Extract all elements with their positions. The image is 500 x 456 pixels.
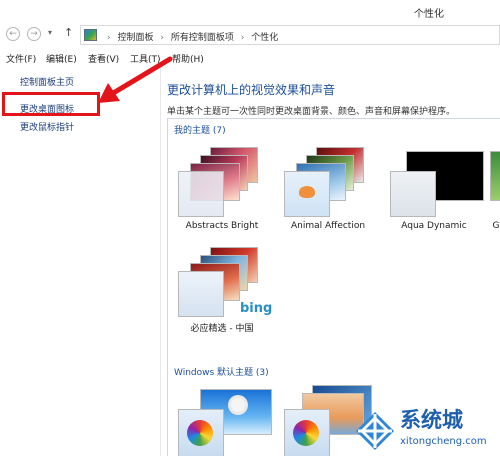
theme-abstracts-bright[interactable]: Abstracts Bright	[172, 147, 272, 239]
page-description: 单击某个主题可一次性同时更改桌面背景、颜色、声音和屏幕保护程序。	[167, 107, 456, 117]
watermark-brand: 系统城	[400, 408, 463, 432]
theme-preview-card	[390, 171, 436, 217]
fish-icon	[299, 186, 315, 198]
theme-label: Animal Affection	[290, 221, 366, 231]
up-arrow-icon[interactable]: ↑	[64, 26, 73, 39]
control-panel-icon	[84, 29, 97, 41]
watermark-site: xitongcheng.com	[400, 436, 487, 447]
breadcrumb-all-items[interactable]: 所有控制面板项	[171, 33, 234, 43]
menu-help[interactable]: 帮助(H)	[172, 52, 204, 65]
window-title: 个性化	[414, 9, 444, 20]
sidebar-item-control-panel-home[interactable]: 控制面板主页	[20, 75, 74, 88]
my-themes-heading: 我的主题 (7)	[174, 126, 226, 136]
color-palette-icon	[187, 420, 213, 446]
recent-locations-chevron-icon[interactable]: ▾	[48, 28, 52, 37]
back-arrow-icon[interactable]: ←	[6, 27, 20, 41]
title-bar: 个性化	[0, 0, 500, 22]
theme-preview-card	[178, 409, 224, 456]
theme-preview-card	[284, 171, 330, 217]
breadcrumb-separator-icon: ›	[160, 33, 164, 43]
theme-thumbnail	[490, 151, 500, 201]
theme-partial[interactable]: G	[490, 149, 500, 239]
windows-themes-heading: Windows 默认主题 (3)	[174, 368, 269, 378]
page-title: 更改计算机上的视觉效果和声音	[167, 83, 336, 97]
main-content: 更改计算机上的视觉效果和声音 单击某个主题可一次性同时更改桌面背景、颜色、声音和…	[162, 68, 500, 456]
windows-logo-icon	[356, 412, 394, 450]
flower-icon	[231, 398, 245, 412]
pane-divider	[160, 68, 161, 456]
theme-label: Abstracts Bright	[185, 221, 259, 231]
breadcrumb-control-panel[interactable]: 控制面板	[117, 33, 153, 43]
theme-label: 必应精选 - 中国	[190, 324, 254, 334]
breadcrumb-separator-icon: ›	[107, 33, 111, 43]
theme-preview-card	[178, 271, 224, 317]
theme-preview-card	[178, 171, 224, 217]
theme-windows-default-1[interactable]	[172, 389, 272, 456]
breadcrumb: › 控制面板 › 所有控制面板项 › 个性化	[103, 30, 278, 43]
menu-edit[interactable]: 编辑(E)	[46, 52, 77, 65]
breadcrumb-personalization[interactable]: 个性化	[251, 33, 278, 43]
theme-aqua-dynamic[interactable]: Aqua Dynamic	[384, 149, 484, 239]
theme-label: Aqua Dynamic	[401, 221, 467, 231]
breadcrumb-separator-icon: ›	[240, 33, 245, 43]
forward-arrow-icon[interactable]: →	[27, 27, 41, 41]
address-bar: ← → ▾ ↑ › 控制面板 › 所有控制面板项 › 个性化	[0, 24, 500, 46]
color-palette-icon	[293, 420, 319, 446]
theme-animal-affection[interactable]: Animal Affection	[278, 147, 378, 239]
sidebar: 控制面板主页 更改桌面图标 更改鼠标指针	[0, 68, 160, 456]
theme-label: G	[492, 221, 500, 231]
menu-file[interactable]: 文件(F)	[6, 52, 36, 65]
bing-logo: bing	[240, 301, 273, 316]
address-field[interactable]: › 控制面板 › 所有控制面板项 › 个性化	[80, 25, 500, 45]
watermark: 系统城 xitongcheng.com	[352, 404, 500, 456]
menu-bar: 文件(F) 编辑(E) 查看(V) 工具(T) 帮助(H)	[0, 49, 500, 67]
theme-bing-china[interactable]: bing 必应精选 - 中国	[172, 247, 273, 339]
theme-preview-card	[284, 409, 330, 456]
sidebar-item-change-mouse-pointers[interactable]: 更改鼠标指针	[20, 120, 74, 133]
highlight-box	[2, 92, 100, 116]
